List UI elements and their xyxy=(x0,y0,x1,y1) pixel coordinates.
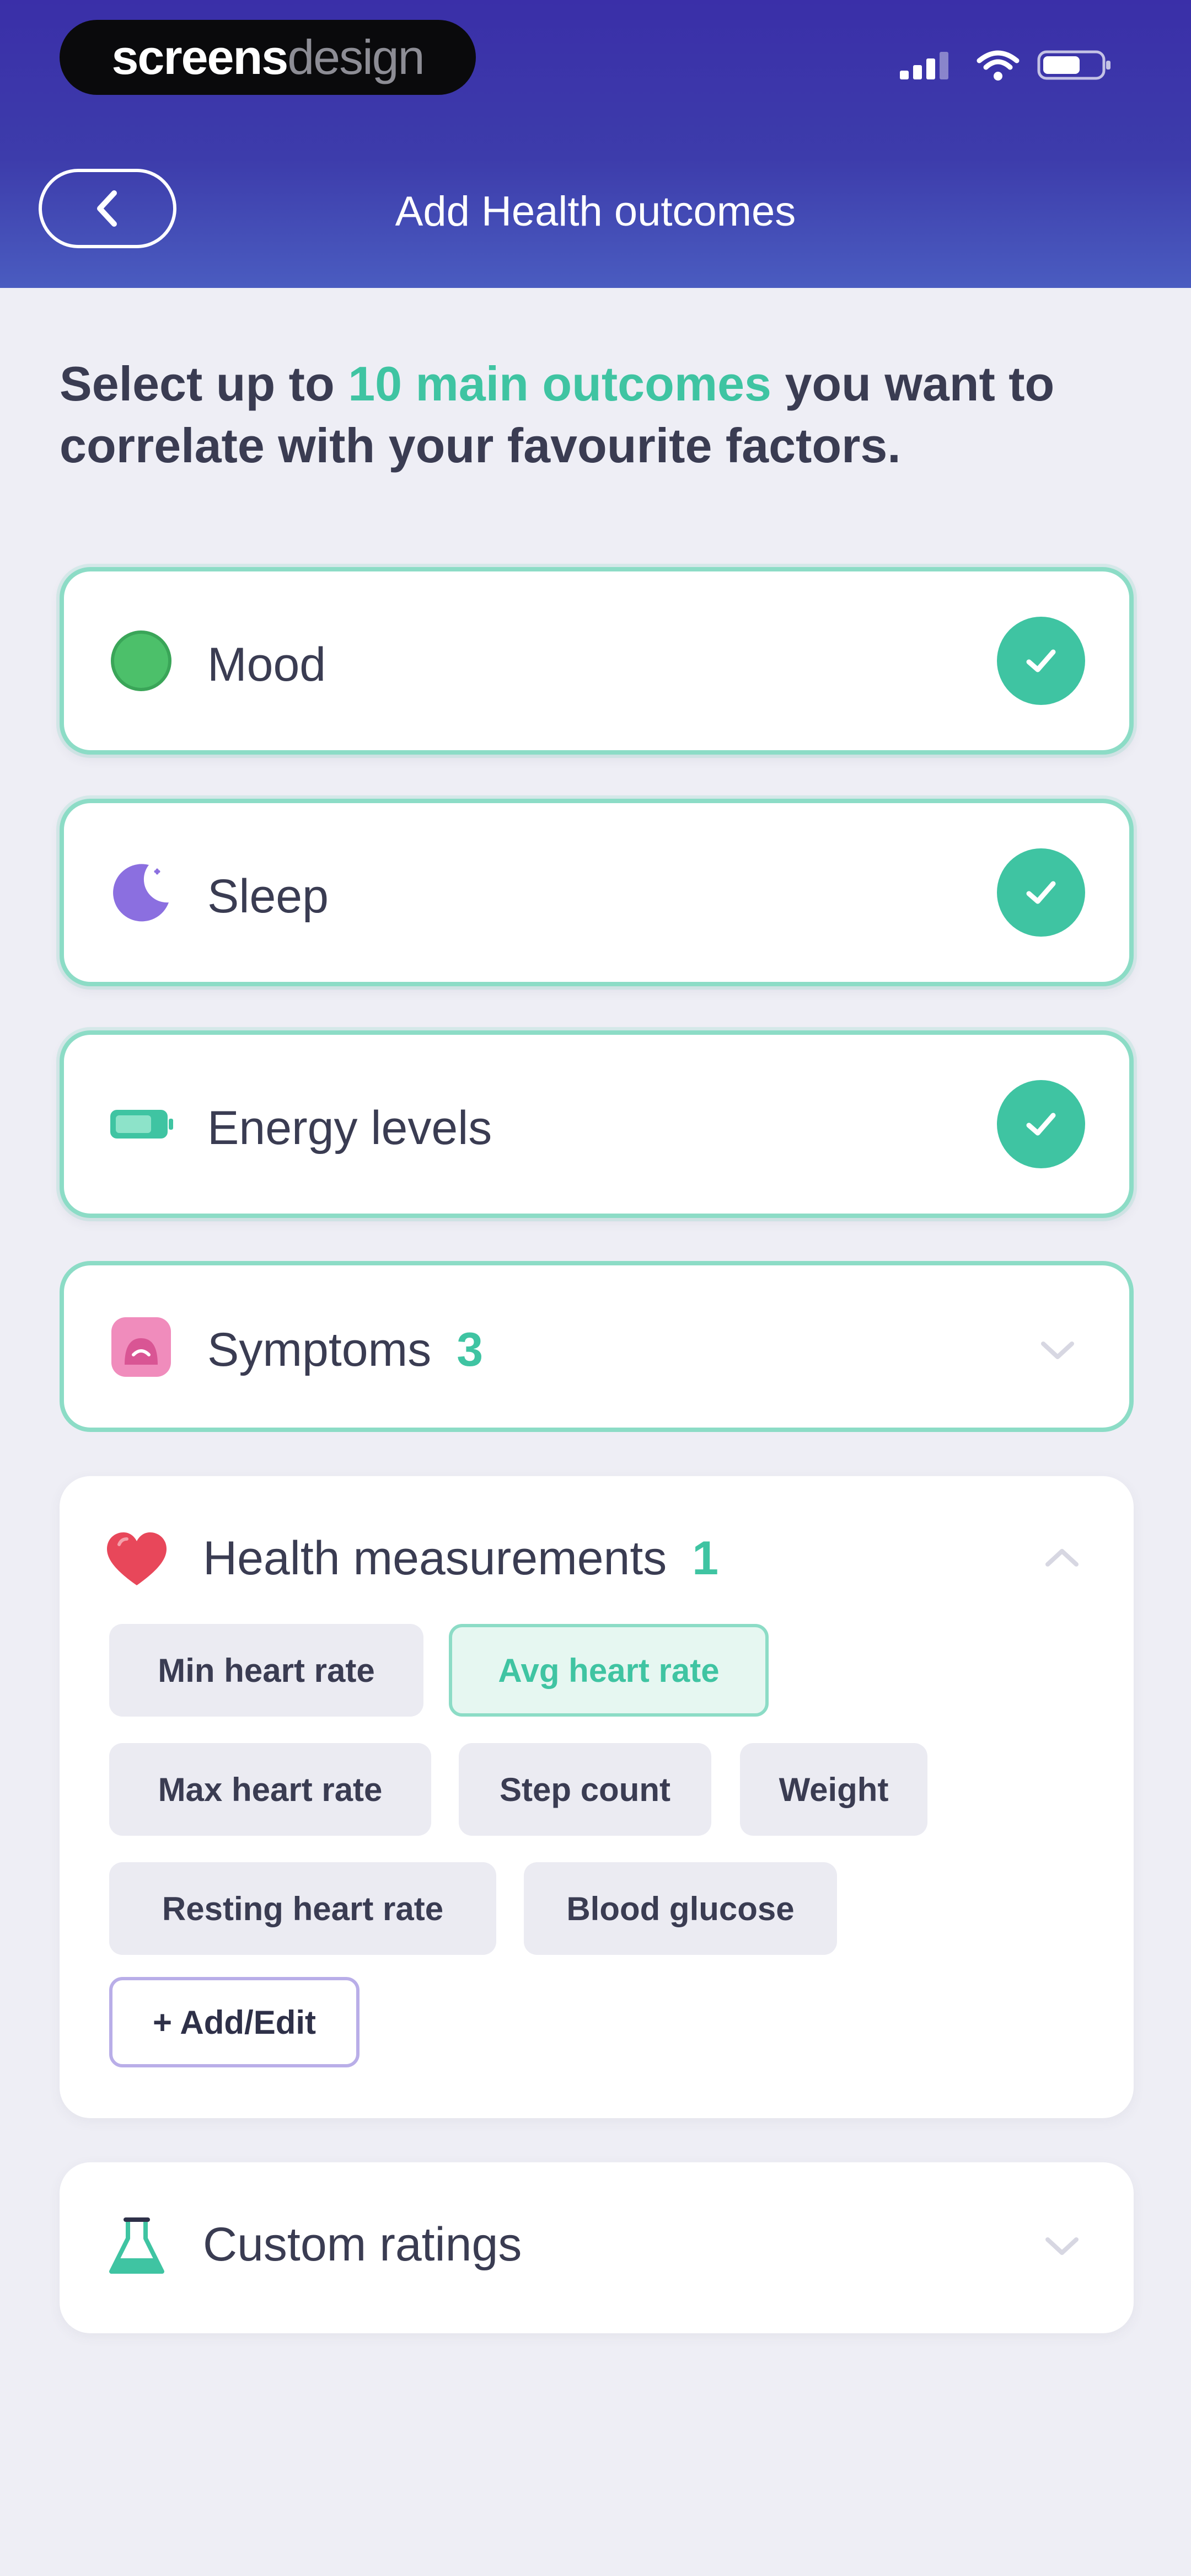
chevron-up-icon[interactable] xyxy=(1040,1541,1084,1574)
outcome-card-symptoms[interactable]: Symptoms 3 xyxy=(60,1261,1134,1432)
outcome-label-symptoms: Symptoms 3 xyxy=(207,1323,483,1377)
outcome-card-health-measurements: Health measurements 1 Min heart rate Avg … xyxy=(60,1476,1134,2118)
intro-text: Select up to 10 main outcomes you want t… xyxy=(60,353,1140,477)
signal-icon xyxy=(900,52,948,79)
health-count: 1 xyxy=(692,1532,719,1585)
mood-icon xyxy=(111,630,171,691)
outcome-label-mood: Mood xyxy=(207,638,326,691)
outcome-card-sleep[interactable]: Sleep xyxy=(60,799,1134,986)
chevron-down-icon[interactable] xyxy=(1040,2230,1084,2263)
check-icon xyxy=(997,617,1085,705)
chip-avg-heart-rate[interactable]: Avg heart rate xyxy=(449,1624,769,1717)
chip-resting-heart-rate[interactable]: Resting heart rate xyxy=(109,1862,496,1955)
check-icon xyxy=(997,848,1085,937)
page-title: Add Health outcomes xyxy=(395,188,796,235)
brand-light-text: design xyxy=(287,30,425,84)
battery-icon xyxy=(110,1110,173,1139)
outcome-label-energy: Energy levels xyxy=(207,1102,492,1155)
outcome-card-energy[interactable]: Energy levels xyxy=(60,1030,1134,1218)
symptoms-count: 3 xyxy=(457,1323,484,1376)
chip-min-heart-rate[interactable]: Min heart rate xyxy=(109,1624,423,1717)
outcome-label-sleep: Sleep xyxy=(207,870,329,923)
chip-weight[interactable]: Weight xyxy=(740,1743,927,1836)
symptoms-label-text: Symptoms xyxy=(207,1323,432,1376)
outcome-label-health-measurements[interactable]: Health measurements 1 xyxy=(203,1531,718,1586)
outcome-label-custom-ratings: Custom ratings xyxy=(203,2218,522,2271)
chip-max-heart-rate[interactable]: Max heart rate xyxy=(109,1743,431,1836)
intro-before: Select up to xyxy=(60,356,348,411)
lab-flask-icon xyxy=(109,2217,164,2274)
heart-icon xyxy=(107,1532,167,1585)
header-bar: screens design Add Health outcomes xyxy=(0,0,1191,288)
outcome-card-custom-ratings[interactable]: Custom ratings xyxy=(60,2162,1134,2333)
chevron-down-icon[interactable] xyxy=(1036,1334,1080,1367)
outcome-card-mood[interactable]: Mood xyxy=(60,567,1134,755)
chip-blood-glucose[interactable]: Blood glucose xyxy=(524,1862,837,1955)
add-edit-button[interactable]: + Add/Edit xyxy=(109,1977,360,2067)
brand-bold-text: screens xyxy=(111,30,288,84)
check-icon xyxy=(997,1080,1085,1168)
symptoms-icon xyxy=(111,1317,171,1377)
moon-icon xyxy=(113,864,169,922)
chip-step-count[interactable]: Step count xyxy=(459,1743,711,1836)
intro-highlight: 10 main outcomes xyxy=(348,356,771,411)
wifi-icon xyxy=(977,50,1020,81)
battery-icon xyxy=(1037,50,1110,80)
brand-logo: screens design xyxy=(60,20,476,95)
health-label-text: Health measurements xyxy=(203,1532,667,1585)
